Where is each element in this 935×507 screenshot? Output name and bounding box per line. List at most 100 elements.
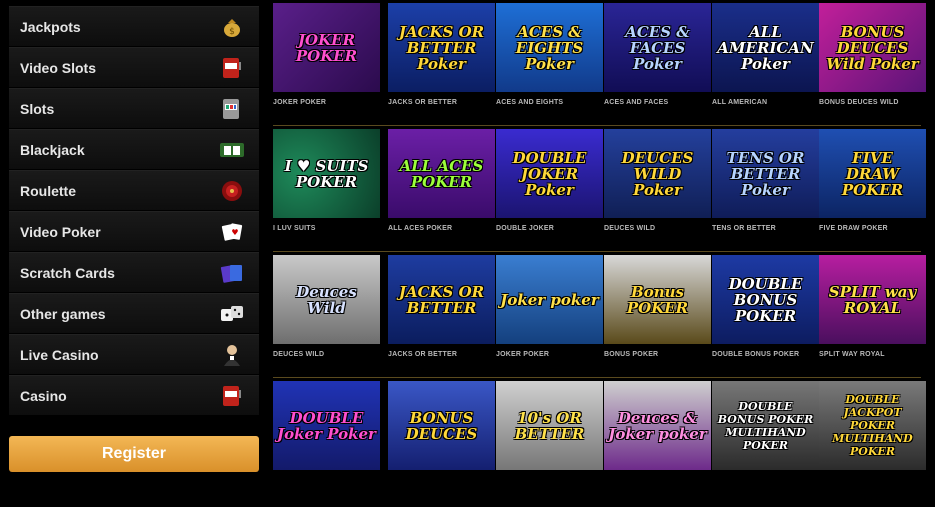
game-thumbnail[interactable]: JOKER POKER bbox=[273, 3, 380, 92]
game-tile-i-luv-suits[interactable]: I ♥ SUITS POKER I LUV SUITS bbox=[273, 129, 381, 232]
thumbnail-title: DOUBLE BONUS POKER bbox=[728, 274, 803, 325]
sidebar-item-jackpots[interactable]: Jackpots $ bbox=[9, 6, 259, 46]
sidebar-item-label: Other games bbox=[20, 305, 106, 322]
thumbnail-title: Bonus POKER bbox=[626, 282, 689, 317]
game-thumbnail[interactable]: DEUCES WILD Poker bbox=[604, 129, 711, 218]
sidebar-item-blackjack[interactable]: Blackjack bbox=[9, 129, 259, 169]
game-caption[interactable]: DEUCES WILD bbox=[273, 351, 381, 358]
game-thumbnail[interactable]: Joker poker bbox=[496, 255, 603, 344]
game-tile-five-draw-poker[interactable]: FIVE DRAW POKER FIVE DRAW POKER bbox=[819, 129, 927, 232]
game-thumbnail[interactable]: TENS OR BETTER Poker bbox=[712, 129, 819, 218]
game-caption[interactable]: I LUV SUITS bbox=[273, 225, 381, 232]
thumbnail-title: TENS OR BETTER Poker bbox=[726, 148, 805, 199]
game-thumbnail[interactable]: DOUBLE BONUS POKER MULTIHAND POKER bbox=[712, 381, 819, 470]
game-tile-double-bonus-poker[interactable]: DOUBLE BONUS POKER DOUBLE BONUS POKER bbox=[712, 255, 820, 358]
game-thumbnail[interactable]: FIVE DRAW POKER bbox=[819, 129, 926, 218]
dealer-icon bbox=[219, 342, 245, 368]
thumbnail-title: DOUBLE Joker Poker bbox=[277, 408, 376, 443]
game-tile-tens-or-better-2[interactable]: 10's OR BETTER bbox=[496, 381, 604, 470]
sidebar-item-roulette[interactable]: Roulette bbox=[9, 170, 259, 210]
game-thumbnail[interactable]: DOUBLE BONUS POKER bbox=[712, 255, 819, 344]
game-thumbnail[interactable]: 10's OR BETTER bbox=[496, 381, 603, 470]
game-caption[interactable]: ACES AND FACES bbox=[604, 99, 712, 106]
game-thumbnail[interactable]: ACES & EIGHTS Poker bbox=[496, 3, 603, 92]
thumbnail-title: Deuces & Joker poker bbox=[608, 408, 707, 443]
slot-machine-icon bbox=[219, 55, 245, 81]
game-tile-all-aces-poker[interactable]: ALL ACES POKER ALL ACES POKER bbox=[388, 129, 496, 232]
game-caption[interactable]: BONUS DEUCES WILD bbox=[819, 99, 927, 106]
game-tile-deuces-and-joker-poker[interactable]: Deuces & Joker poker bbox=[604, 381, 712, 470]
sidebar-item-video-slots[interactable]: Video Slots bbox=[9, 47, 259, 87]
game-caption[interactable]: JOKER POKER bbox=[496, 351, 604, 358]
game-thumbnail[interactable]: SPLIT way ROYAL bbox=[819, 255, 926, 344]
game-tile-deuces-wild-2[interactable]: Deuces Wild DEUCES WILD bbox=[273, 255, 381, 358]
game-tile-aces-and-eights[interactable]: ACES & EIGHTS Poker ACES AND EIGHTS bbox=[496, 3, 604, 106]
game-thumbnail[interactable]: DOUBLE JOKER Poker bbox=[496, 129, 603, 218]
game-caption[interactable]: JOKER POKER bbox=[273, 99, 381, 106]
game-caption[interactable]: JACKS OR BETTER bbox=[388, 351, 496, 358]
sidebar-item-label: Casino bbox=[20, 387, 67, 404]
game-thumbnail[interactable]: ALL AMERICAN Poker bbox=[712, 3, 819, 92]
game-caption[interactable]: DEUCES WILD bbox=[604, 225, 712, 232]
game-thumbnail[interactable]: BONUS DEUCES Wild Poker bbox=[819, 3, 926, 92]
sidebar-item-label: Scratch Cards bbox=[20, 264, 115, 281]
game-caption[interactable]: DOUBLE JOKER bbox=[496, 225, 604, 232]
sidebar-item-label: Blackjack bbox=[20, 141, 85, 158]
game-caption[interactable]: JACKS OR BETTER bbox=[388, 99, 496, 106]
game-thumbnail[interactable]: DOUBLE Joker Poker bbox=[273, 381, 380, 470]
game-caption[interactable]: FIVE DRAW POKER bbox=[819, 225, 927, 232]
thumbnail-title: Deuces Wild bbox=[296, 282, 357, 317]
dice-icon bbox=[219, 301, 245, 327]
game-tile-deuces-wild[interactable]: DEUCES WILD Poker DEUCES WILD bbox=[604, 129, 712, 232]
sidebar-item-live-casino[interactable]: Live Casino bbox=[9, 334, 259, 374]
game-caption[interactable]: DOUBLE BONUS POKER bbox=[712, 351, 820, 358]
game-row: JOKER POKER JOKER POKER JACKS OR BETTER … bbox=[273, 3, 926, 129]
game-tile-double-joker-poker[interactable]: DOUBLE Joker Poker bbox=[273, 381, 381, 470]
game-tile-joker-poker-2[interactable]: Joker poker JOKER POKER bbox=[496, 255, 604, 358]
game-thumbnail[interactable]: Bonus POKER bbox=[604, 255, 711, 344]
game-caption[interactable]: ACES AND EIGHTS bbox=[496, 99, 604, 106]
blackjack-table-icon bbox=[219, 137, 245, 163]
sidebar-item-video-poker[interactable]: Video Poker ♥ bbox=[9, 211, 259, 251]
thumbnail-title: Joker poker bbox=[500, 290, 599, 309]
game-tile-tens-or-better[interactable]: TENS OR BETTER Poker TENS OR BETTER bbox=[712, 129, 820, 232]
game-tile-double-joker[interactable]: DOUBLE JOKER Poker DOUBLE JOKER bbox=[496, 129, 604, 232]
sidebar-item-other-games[interactable]: Other games bbox=[9, 293, 259, 333]
game-tile-jacks-or-better[interactable]: JACKS OR BETTER Poker JACKS OR BETTER bbox=[388, 3, 496, 106]
game-tile-bonus-deuces-wild[interactable]: BONUS DEUCES Wild Poker BONUS DEUCES WIL… bbox=[819, 3, 927, 106]
sidebar-item-label: Jackpots bbox=[20, 18, 81, 35]
game-tile-aces-and-faces[interactable]: ACES & FACES Poker ACES AND FACES bbox=[604, 3, 712, 106]
game-thumbnail[interactable]: Deuces & Joker poker bbox=[604, 381, 711, 470]
game-thumbnail[interactable]: ACES & FACES Poker bbox=[604, 3, 711, 92]
game-tile-bonus-deuces[interactable]: BONUS DEUCES bbox=[388, 381, 496, 470]
game-caption[interactable]: ALL AMERICAN bbox=[712, 99, 820, 106]
game-tile-bonus-poker[interactable]: Bonus POKER BONUS POKER bbox=[604, 255, 712, 358]
game-caption[interactable]: TENS OR BETTER bbox=[712, 225, 820, 232]
game-thumbnail[interactable]: I ♥ SUITS POKER bbox=[273, 129, 380, 218]
sidebar-item-scratch-cards[interactable]: Scratch Cards bbox=[9, 252, 259, 292]
game-tile-jacks-or-better-2[interactable]: JACKS OR BETTER JACKS OR BETTER bbox=[388, 255, 496, 358]
game-caption[interactable]: BONUS POKER bbox=[604, 351, 712, 358]
register-button[interactable]: Register bbox=[9, 436, 259, 472]
game-row: Deuces Wild DEUCES WILD JACKS OR BETTER … bbox=[273, 255, 926, 381]
game-thumbnail[interactable]: JACKS OR BETTER bbox=[388, 255, 495, 344]
playing-cards-icon: ♥ bbox=[219, 219, 245, 245]
sidebar-item-casino[interactable]: Casino bbox=[9, 375, 259, 415]
game-caption[interactable]: ALL ACES POKER bbox=[388, 225, 496, 232]
game-tile-double-jackpot-multihand[interactable]: DOUBLE JACKPOT POKER MULTIHAND POKER bbox=[819, 381, 927, 470]
game-thumbnail[interactable]: JACKS OR BETTER Poker bbox=[388, 3, 495, 92]
game-thumbnail[interactable]: Deuces Wild bbox=[273, 255, 380, 344]
sidebar-item-label: Slots bbox=[20, 100, 55, 117]
game-thumbnail[interactable]: DOUBLE JACKPOT POKER MULTIHAND POKER bbox=[819, 381, 926, 470]
game-thumbnail[interactable]: ALL ACES POKER bbox=[388, 129, 495, 218]
slot-reels-icon bbox=[219, 96, 245, 122]
game-tile-split-way-royal[interactable]: SPLIT way ROYAL SPLIT WAY ROYAL bbox=[819, 255, 927, 358]
game-tile-joker-poker[interactable]: JOKER POKER JOKER POKER bbox=[273, 3, 381, 106]
sidebar-item-slots[interactable]: Slots bbox=[9, 88, 259, 128]
game-tile-all-american[interactable]: ALL AMERICAN Poker ALL AMERICAN bbox=[712, 3, 820, 106]
game-thumbnail[interactable]: BONUS DEUCES bbox=[388, 381, 495, 470]
game-row: I ♥ SUITS POKER I LUV SUITS ALL ACES POK… bbox=[273, 129, 926, 255]
game-caption[interactable]: SPLIT WAY ROYAL bbox=[819, 351, 927, 358]
game-tile-double-bonus-multihand[interactable]: DOUBLE BONUS POKER MULTIHAND POKER bbox=[712, 381, 820, 470]
sidebar-item-label: Video Slots bbox=[20, 59, 96, 76]
